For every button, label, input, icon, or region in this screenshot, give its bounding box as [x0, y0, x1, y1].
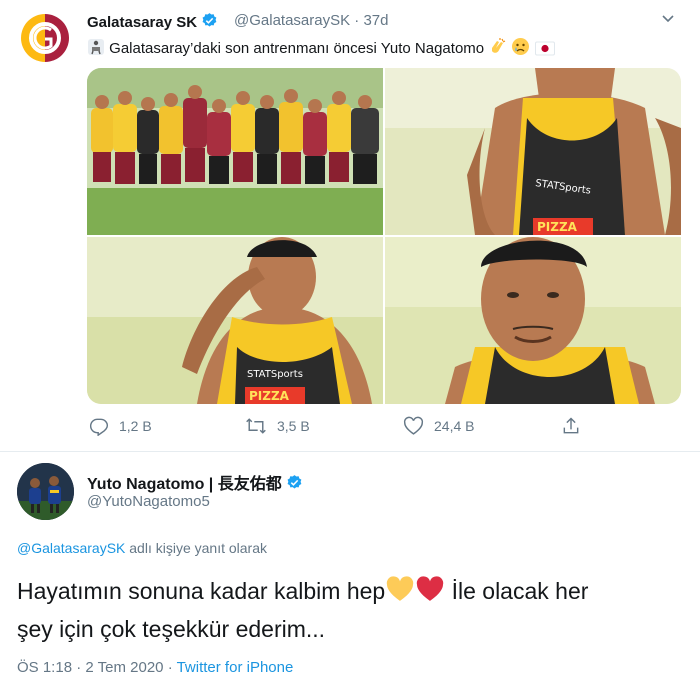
avatar[interactable]: [17, 463, 74, 520]
photo-closeup-face[interactable]: [385, 237, 681, 404]
reply-context: @GalatasaraySK adlı kişiye yanıt olarak: [17, 540, 267, 556]
photo-wiping-tears[interactable]: STATSports PIZZA: [87, 237, 383, 404]
yellow-heart-icon: [385, 576, 415, 612]
galatasaray-logo-icon: [17, 10, 73, 66]
photo-team-huddle[interactable]: [87, 68, 383, 235]
chevron-down-icon[interactable]: [660, 10, 676, 30]
like-button[interactable]: 24,4 B: [403, 416, 474, 436]
display-name[interactable]: Galatasaray SK: [87, 12, 218, 33]
clapping-hands-icon: [488, 37, 507, 60]
reply-mention-link[interactable]: @GalatasaraySK: [17, 540, 125, 556]
tweet-time[interactable]: ÖS 1:18: [17, 659, 72, 676]
handle[interactable]: @YutoNagatomo5: [87, 493, 210, 510]
svg-text:PIZZA: PIZZA: [537, 220, 578, 234]
svg-text:PIZZA: PIZZA: [249, 389, 290, 403]
reply-icon: [89, 418, 109, 436]
player-photo-icon: [17, 463, 74, 520]
share-icon: [563, 417, 579, 434]
retweet-icon: [246, 418, 266, 434]
tweet-time[interactable]: 37d: [363, 12, 388, 29]
tweet-text: Hayatımın sonuna kadar kalbim hep İle ol…: [17, 576, 589, 642]
media-grid: STATSports PIZZA STATSports PIZZA: [87, 68, 681, 404]
handle-and-time[interactable]: @GalatasaraySK · 37d: [234, 12, 389, 29]
verified-badge-icon: [201, 12, 218, 33]
verified-badge-icon: [286, 474, 303, 496]
share-button[interactable]: [561, 416, 591, 436]
red-heart-icon: [415, 576, 445, 612]
tweet-date[interactable]: 2 Tem 2020: [85, 659, 163, 676]
heart-icon: [403, 416, 424, 435]
crying-face-icon: [511, 37, 530, 60]
tweet-text: Galatasaray’daki son antrenmanı öncesi Y…: [87, 37, 555, 60]
tweet-source-link[interactable]: Twitter for iPhone: [177, 659, 294, 676]
reply-button[interactable]: 1,2 B: [89, 416, 152, 436]
photo-player-bib[interactable]: STATSports PIZZA: [385, 68, 681, 235]
avatar[interactable]: [17, 10, 73, 66]
soccer-player-icon: [87, 38, 105, 60]
tweet-metadata: ÖS 1:18 · 2 Tem 2020 · Twitter for iPhon…: [17, 659, 294, 676]
retweet-button[interactable]: 3,5 B: [245, 416, 310, 436]
japan-flag-icon: [534, 41, 555, 60]
svg-text:STATSports: STATSports: [247, 369, 303, 380]
tweet-divider: [0, 451, 700, 452]
